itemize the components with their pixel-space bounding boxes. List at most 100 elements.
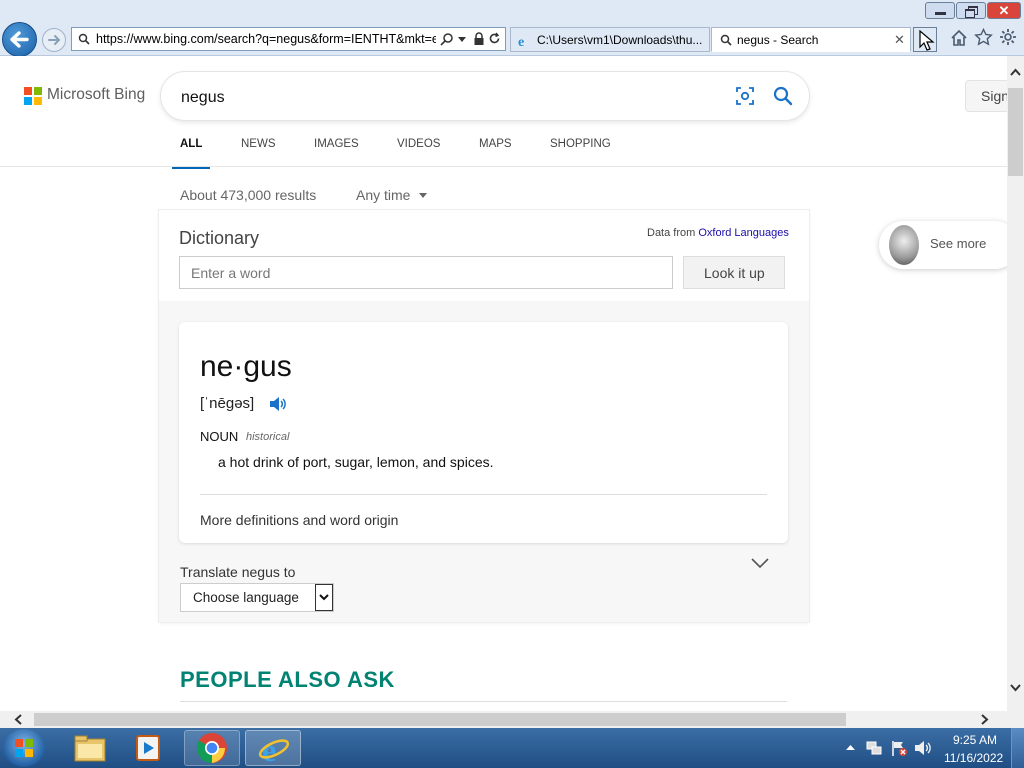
language-select[interactable]: Choose language <box>180 583 334 612</box>
page-search-icon <box>78 33 90 45</box>
nav-tab-all[interactable]: ALL <box>172 136 210 169</box>
scroll-right-icon[interactable] <box>981 714 989 725</box>
mouse-cursor-icon <box>919 30 935 51</box>
source-prefix: Data from <box>647 227 696 239</box>
more-definitions-link[interactable]: More definitions and word origin <box>200 512 398 528</box>
microsoft-logo-icon <box>24 87 42 105</box>
part-of-speech: NOUN <box>200 429 239 444</box>
time-filter[interactable]: Any time <box>356 187 436 205</box>
network-icon[interactable] <box>866 740 882 756</box>
address-url[interactable]: https://www.bing.com/search?q=negus&form… <box>96 32 436 46</box>
favorites-icon[interactable] <box>974 28 993 47</box>
headword: ne·gus <box>200 350 292 383</box>
logo-text: Microsoft Bing <box>47 86 146 103</box>
search-box[interactable]: negus <box>161 72 809 120</box>
close-tab-icon[interactable]: ✕ <box>894 32 905 48</box>
dictionary-card: Dictionary Data from Oxford Languages En… <box>159 210 809 622</box>
vertical-scroll-thumb[interactable] <box>1008 88 1023 176</box>
address-bar[interactable]: https://www.bing.com/search?q=negus&form… <box>71 27 506 51</box>
portrait-thumbnail <box>889 225 919 265</box>
tab-downloads[interactable]: e C:\Users\vm1\Downloads\thu... <box>510 27 710 52</box>
minimize-button[interactable] <box>925 2 955 19</box>
language-select-value: Choose language <box>193 590 299 605</box>
dropdown-arrow-icon[interactable] <box>458 37 466 42</box>
select-arrow-box <box>315 584 333 611</box>
svg-text:e: e <box>518 35 524 48</box>
gear-icon[interactable] <box>999 28 1017 46</box>
bing-logo[interactable]: Microsoft Bing <box>24 86 154 109</box>
forward-button[interactable] <box>42 28 66 52</box>
windows-logo-icon <box>15 739 33 757</box>
back-icon <box>10 31 29 48</box>
close-window-button[interactable]: ✕ <box>987 2 1021 19</box>
volume-icon[interactable] <box>914 740 932 756</box>
page-viewport: Microsoft Bing negus Sign ALL NEWS IMAGE… <box>0 56 1007 711</box>
definition-panel: ne·gus [ˈnēɡəs] NOUN historical a hot dr… <box>179 322 788 543</box>
start-button[interactable] <box>3 729 45 767</box>
folder-icon <box>74 735 106 762</box>
people-also-ask-heading: PEOPLE ALSO ASK <box>180 667 395 692</box>
scrollbar-corner <box>1007 711 1024 728</box>
ie-page-icon: e <box>518 35 524 48</box>
sign-in-label: Sign <box>981 88 1007 104</box>
media-player-taskbar-button[interactable] <box>122 730 178 766</box>
window-titlebar <box>0 0 1024 22</box>
nav-tab-shopping[interactable]: SHOPPING <box>550 138 611 150</box>
word-input[interactable]: Enter a word <box>179 256 673 289</box>
results-count: About 473,000 results <box>180 187 317 203</box>
search-icon[interactable] <box>440 32 454 46</box>
clock-date[interactable]: 11/16/2022 <box>944 751 1003 765</box>
ie-taskbar-button[interactable]: e <box>245 730 301 766</box>
tray-expand-icon[interactable] <box>846 744 855 750</box>
tab-negus-search[interactable]: negus - Search ✕ <box>711 27 911 52</box>
search-submit-icon[interactable] <box>772 85 794 107</box>
file-explorer-taskbar-button[interactable] <box>62 730 118 766</box>
see-more-label: See more <box>930 236 987 251</box>
scroll-down-icon[interactable] <box>1010 684 1021 692</box>
restore-button[interactable] <box>956 2 986 19</box>
chevron-down-icon <box>418 193 427 198</box>
clock-time[interactable]: 9:25 AM <box>953 733 997 747</box>
nav-tab-images[interactable]: IMAGES <box>314 138 359 150</box>
side-see-more[interactable]: See more <box>879 221 1007 269</box>
search-query[interactable]: negus <box>181 89 225 107</box>
nav-tab-news[interactable]: NEWS <box>241 138 276 150</box>
translate-label: Translate negus to <box>180 564 296 580</box>
section-divider <box>180 701 787 702</box>
forward-icon <box>48 35 61 45</box>
internet-explorer-icon: e <box>258 732 290 766</box>
back-button[interactable] <box>2 22 37 57</box>
speaker-icon[interactable] <box>269 396 287 412</box>
expand-chevron-icon[interactable] <box>751 558 769 568</box>
look-it-up-label: Look it up <box>704 265 765 281</box>
horizontal-scrollbar[interactable] <box>0 711 1007 728</box>
nav-tab-videos[interactable]: VIDEOS <box>397 138 440 150</box>
nav-tab-maps[interactable]: MAPS <box>479 138 512 150</box>
sign-in-button[interactable]: Sign <box>965 80 1007 112</box>
usage-label: historical <box>246 431 290 443</box>
pronunciation: [ˈnēɡəs] <box>200 395 255 412</box>
scroll-up-icon[interactable] <box>1010 68 1021 76</box>
time-filter-label: Any time <box>356 187 411 203</box>
chrome-taskbar-button[interactable] <box>184 730 240 766</box>
show-desktop-button[interactable] <box>1011 728 1024 768</box>
horizontal-scroll-thumb[interactable] <box>34 713 846 726</box>
search-tab-icon <box>720 34 732 46</box>
definition-divider <box>200 494 767 495</box>
word-input-placeholder: Enter a word <box>191 265 271 281</box>
visual-search-icon[interactable] <box>735 86 755 106</box>
oxford-languages-link[interactable]: Oxford Languages <box>698 227 789 239</box>
nav-label: ALL <box>180 138 203 150</box>
tab-label: negus - Search <box>737 33 819 47</box>
dictionary-source: Data from Oxford Languages <box>647 227 789 239</box>
tab-label: C:\Users\vm1\Downloads\thu... <box>537 33 703 47</box>
scroll-left-icon[interactable] <box>14 714 22 725</box>
vertical-scrollbar[interactable] <box>1007 56 1024 711</box>
action-center-flag-icon[interactable] <box>890 739 908 757</box>
lock-icon[interactable] <box>473 32 485 46</box>
home-icon[interactable] <box>950 29 968 47</box>
refresh-icon[interactable] <box>488 32 501 45</box>
look-it-up-button[interactable]: Look it up <box>683 256 785 289</box>
dictionary-title: Dictionary <box>179 228 260 248</box>
nav-divider <box>0 166 1007 167</box>
